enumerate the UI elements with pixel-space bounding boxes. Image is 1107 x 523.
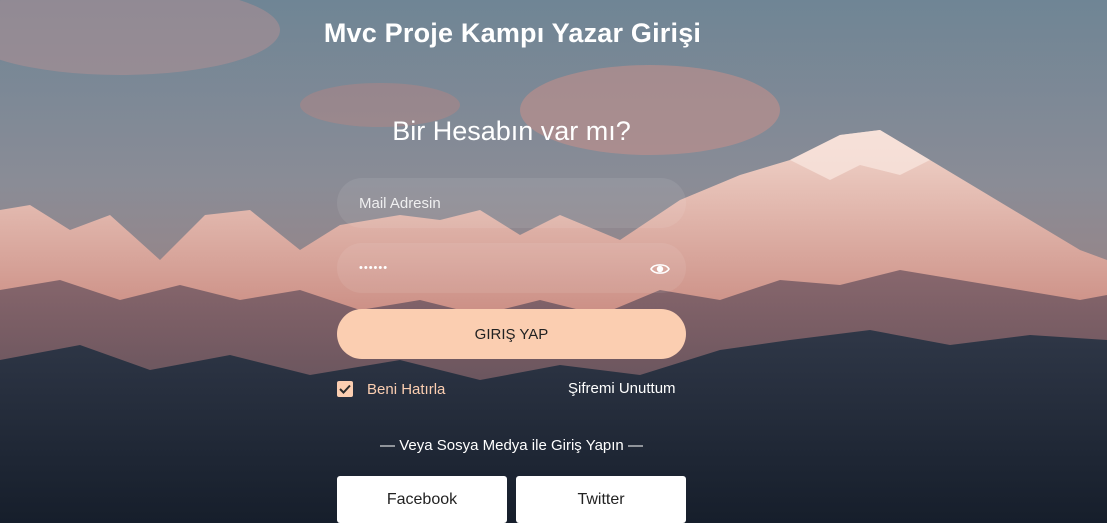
check-icon: [339, 384, 351, 394]
login-button[interactable]: GIRIŞ YAP: [337, 309, 686, 359]
twitter-button[interactable]: Twitter: [516, 476, 686, 523]
login-subtitle: Bir Hesabın var mı?: [392, 116, 631, 146]
email-input[interactable]: [337, 178, 686, 228]
social-login-divider: — Veya Sosya Medya ile Giriş Yapın —: [380, 437, 643, 454]
facebook-button[interactable]: Facebook: [337, 476, 507, 523]
page-title: Mvc Proje Kampı Yazar Girişi: [323, 18, 702, 48]
remember-checkbox[interactable]: [337, 381, 353, 397]
eye-icon[interactable]: [650, 260, 670, 278]
forgot-password-link[interactable]: Şifremi Unuttum: [568, 380, 676, 397]
password-input[interactable]: [337, 243, 686, 293]
remember-me[interactable]: Beni Hatırla: [337, 379, 445, 399]
remember-label: Beni Hatırla: [367, 380, 446, 398]
